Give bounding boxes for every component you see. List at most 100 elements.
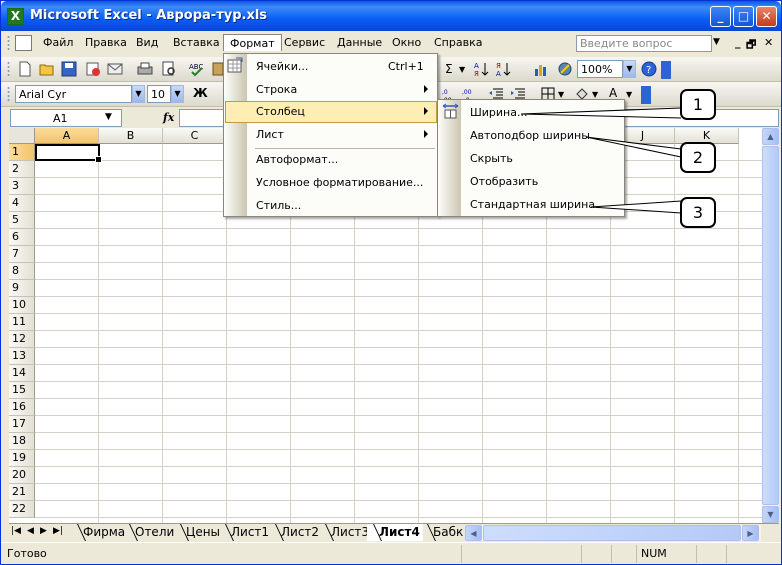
print-icon[interactable] — [137, 61, 153, 77]
scroll-right-button[interactable]: ▶ — [742, 525, 759, 541]
menu-item-conditional-formatting[interactable]: Условное форматирование... — [225, 172, 437, 194]
last-sheet-icon[interactable]: ▶| — [53, 526, 63, 536]
print-preview-icon[interactable] — [161, 61, 177, 77]
chart-wizard-icon[interactable] — [533, 61, 549, 77]
borders-dropdown-icon[interactable]: ▼ — [558, 90, 564, 99]
submenu-item-unhide[interactable]: Отобразить — [439, 171, 624, 193]
row-header-22[interactable]: 22 — [9, 501, 35, 518]
scroll-left-button[interactable]: ◀ — [465, 525, 482, 541]
font-name-dropdown-icon[interactable]: ▼ — [132, 85, 145, 103]
new-icon[interactable] — [17, 61, 33, 77]
sheet-tab-list4[interactable]: Лист4 — [367, 524, 423, 541]
document-icon[interactable] — [15, 35, 32, 51]
select-all-corner[interactable] — [9, 128, 35, 144]
menu-window[interactable]: Окно — [386, 35, 427, 52]
menu-item-sheet[interactable]: Лист — [225, 124, 437, 146]
sheet-tab-oteli[interactable]: Отели — [123, 524, 177, 541]
toolbar-grip[interactable] — [7, 86, 10, 102]
zoom-dropdown-icon[interactable]: ▼ — [623, 60, 636, 78]
toolbar-options-icon[interactable] — [641, 86, 651, 104]
title-bar[interactable]: Microsoft Excel - Аврора-тур.xls _ □ ✕ — [1, 1, 781, 31]
menu-help[interactable]: Справка — [428, 35, 488, 52]
sort-ascending-icon[interactable]: АЯ — [473, 61, 489, 77]
fill-color-dropdown-icon[interactable]: ▼ — [592, 90, 598, 99]
row-header-16[interactable]: 16 — [9, 399, 35, 416]
excel-app-icon[interactable] — [7, 8, 24, 25]
permission-icon[interactable] — [85, 61, 101, 77]
row-header-15[interactable]: 15 — [9, 382, 35, 399]
font-color-dropdown-icon[interactable]: ▼ — [626, 90, 632, 99]
menu-view[interactable]: Вид — [130, 35, 164, 52]
active-cell-a1[interactable] — [35, 144, 102, 163]
sheet-tab-firma[interactable]: Фирма — [71, 524, 128, 541]
spelling-icon[interactable]: ABC — [189, 61, 205, 77]
sheet-tab-tseny[interactable]: Цены — [174, 524, 223, 541]
help-icon[interactable]: ? — [641, 61, 657, 77]
row-header-8[interactable]: 8 — [9, 263, 35, 280]
doc-restore-button[interactable]: 🗗 — [746, 36, 756, 55]
row-header-14[interactable]: 14 — [9, 365, 35, 382]
sheet-tab-list1[interactable]: Лист1 — [219, 524, 272, 541]
minimize-button[interactable]: _ — [710, 6, 731, 27]
submenu-item-hide[interactable]: Скрыть — [439, 148, 624, 170]
row-header-12[interactable]: 12 — [9, 331, 35, 348]
toolbar-options-icon[interactable] — [661, 61, 671, 79]
row-header-19[interactable]: 19 — [9, 450, 35, 467]
menubar-grip[interactable] — [7, 35, 10, 51]
row-header-21[interactable]: 21 — [9, 484, 35, 501]
menu-edit[interactable]: Правка — [79, 35, 133, 52]
row-header-10[interactable]: 10 — [9, 297, 35, 314]
row-header-11[interactable]: 11 — [9, 314, 35, 331]
toolbar-grip[interactable] — [7, 61, 10, 77]
open-icon[interactable] — [39, 61, 55, 77]
vertical-scrollbar[interactable]: ▲ ▼ — [762, 128, 779, 523]
save-icon[interactable] — [61, 61, 77, 77]
menu-tools[interactable]: Сервис — [278, 35, 331, 52]
name-box-dropdown-icon[interactable]: ▼ — [105, 112, 112, 122]
column-header-a[interactable]: A — [35, 128, 99, 144]
bold-button[interactable]: Ж — [193, 86, 208, 100]
ask-question-input[interactable]: Введите вопрос — [576, 35, 712, 52]
row-header-6[interactable]: 6 — [9, 229, 35, 246]
row-header-18[interactable]: 18 — [9, 433, 35, 450]
column-header-b[interactable]: B — [99, 128, 163, 144]
row-header-13[interactable]: 13 — [9, 348, 35, 365]
close-button[interactable]: ✕ — [756, 6, 777, 27]
font-size-dropdown-icon[interactable]: ▼ — [171, 85, 184, 103]
submenu-item-width[interactable]: Ширина... — [439, 102, 624, 124]
sheet-tab-list2[interactable]: Лист2 — [269, 524, 322, 541]
horizontal-scroll-thumb[interactable] — [483, 525, 741, 541]
maximize-button[interactable]: □ — [733, 6, 754, 27]
first-sheet-icon[interactable]: |◀ — [11, 526, 21, 536]
row-header-20[interactable]: 20 — [9, 467, 35, 484]
row-header-4[interactable]: 4 — [9, 195, 35, 212]
doc-minimize-button[interactable]: _ — [735, 36, 741, 49]
menu-insert[interactable]: Вставка — [167, 35, 226, 52]
row-header-3[interactable]: 3 — [9, 178, 35, 195]
drawing-icon[interactable] — [557, 61, 573, 77]
menu-item-autoformat[interactable]: Автоформат... — [225, 149, 437, 171]
menu-file[interactable]: Файл — [37, 35, 79, 52]
sort-descending-icon[interactable]: ЯА — [495, 61, 511, 77]
vertical-scroll-thumb[interactable] — [762, 146, 779, 505]
autosum-dropdown-icon[interactable]: ▼ — [459, 65, 465, 74]
next-sheet-icon[interactable]: ▶ — [40, 526, 47, 536]
doc-close-button[interactable]: ✕ — [764, 36, 773, 49]
submenu-item-autofit[interactable]: Автоподбор ширины — [439, 125, 624, 147]
row-header-1[interactable]: 1 — [9, 144, 35, 161]
menu-item-cells[interactable]: Ячейки... Ctrl+1 — [225, 56, 437, 78]
row-header-5[interactable]: 5 — [9, 212, 35, 229]
submenu-item-standard-width[interactable]: Стандартная ширина... — [439, 194, 624, 216]
horizontal-scrollbar[interactable]: ◀ ▶ — [465, 525, 761, 541]
scroll-up-button[interactable]: ▲ — [762, 128, 779, 145]
row-header-7[interactable]: 7 — [9, 246, 35, 263]
row-header-2[interactable]: 2 — [9, 161, 35, 178]
column-header-c[interactable]: C — [163, 128, 227, 144]
menu-item-row[interactable]: Строка — [225, 79, 437, 101]
menu-item-column[interactable]: Столбец — [225, 101, 437, 123]
prev-sheet-icon[interactable]: ◀ — [27, 526, 34, 536]
row-header-17[interactable]: 17 — [9, 416, 35, 433]
autosum-icon[interactable]: Σ — [445, 62, 453, 76]
menu-format[interactable]: Формат — [223, 34, 282, 51]
menu-data[interactable]: Данные — [331, 35, 388, 52]
